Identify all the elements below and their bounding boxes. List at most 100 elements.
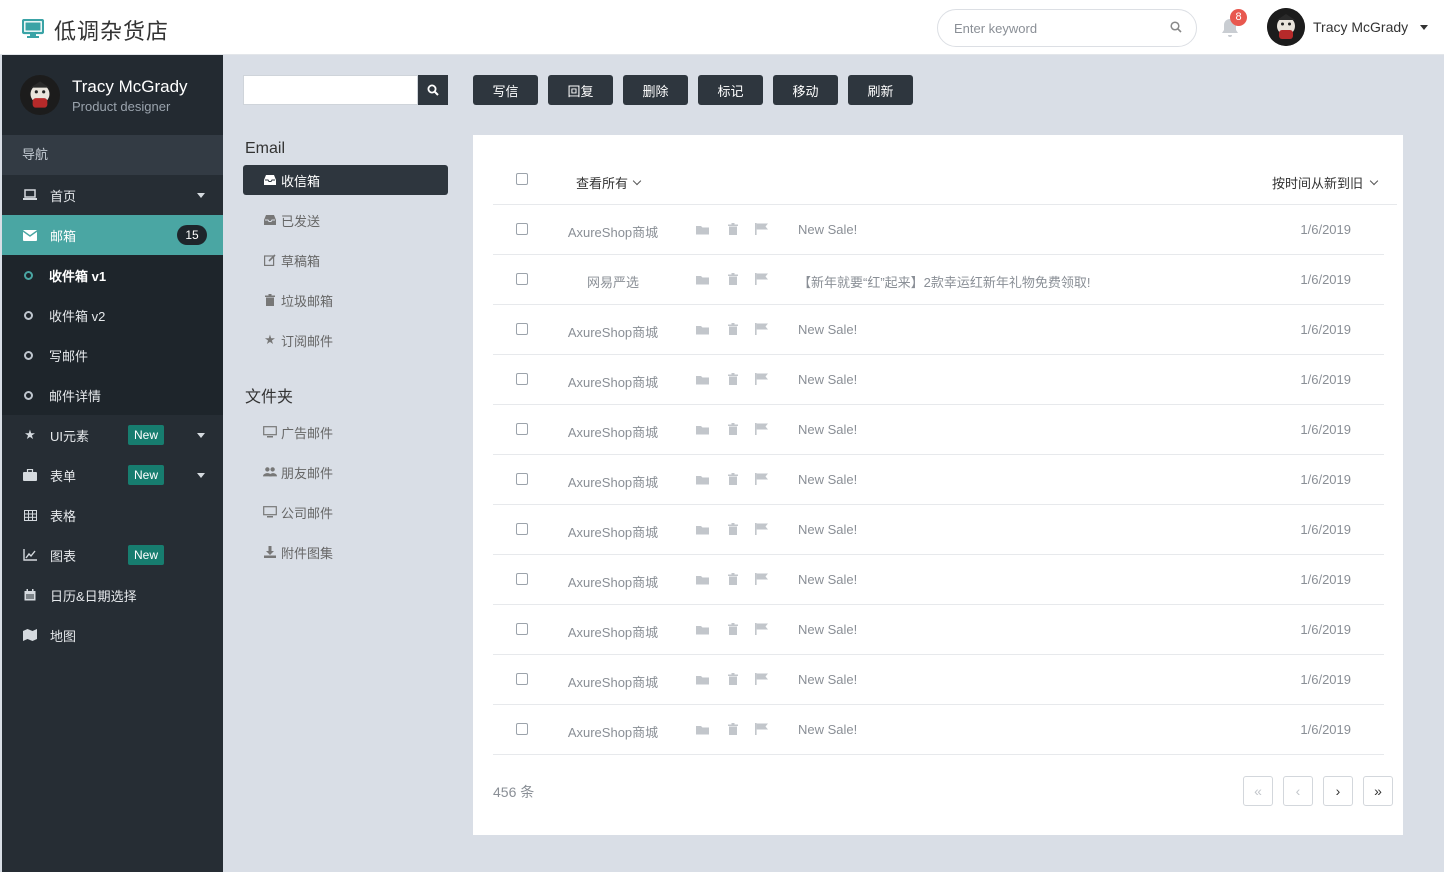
keyword-search-input[interactable] bbox=[954, 20, 1170, 36]
row-checkbox[interactable] bbox=[516, 223, 528, 235]
folder-sent[interactable]: 已发送 bbox=[243, 205, 448, 235]
table-row[interactable]: AxureShop商城 New Sale! 1/6/2019 bbox=[493, 655, 1384, 705]
folder-icon[interactable] bbox=[696, 573, 710, 588]
row-checkbox[interactable] bbox=[516, 323, 528, 335]
mail-subject[interactable]: New Sale! bbox=[798, 322, 857, 337]
flag-icon[interactable] bbox=[755, 723, 769, 738]
row-checkbox[interactable] bbox=[516, 273, 528, 285]
row-checkbox[interactable] bbox=[516, 473, 528, 485]
search-icon[interactable] bbox=[1170, 20, 1182, 36]
folder-icon[interactable] bbox=[696, 423, 710, 438]
subnav-inbox-v2[interactable]: 收件箱 v2 bbox=[2, 295, 223, 335]
row-checkbox[interactable] bbox=[516, 673, 528, 685]
flag-icon[interactable] bbox=[755, 673, 769, 688]
next-page-button[interactable]: › bbox=[1323, 776, 1353, 806]
refresh-button[interactable]: 刷新 bbox=[848, 75, 913, 105]
trash-icon[interactable] bbox=[728, 473, 738, 488]
mail-subject[interactable]: New Sale! bbox=[798, 722, 857, 737]
sidebar-item-ui-elements[interactable]: ★ UI元素 New bbox=[2, 415, 223, 455]
prev-page-button[interactable]: ‹ bbox=[1283, 776, 1313, 806]
folder-icon[interactable] bbox=[696, 623, 710, 638]
trash-icon[interactable] bbox=[728, 723, 738, 738]
sidebar-profile[interactable]: Tracy McGrady Product designer bbox=[2, 55, 223, 135]
subnav-mail-detail[interactable]: 邮件详情 bbox=[2, 375, 223, 415]
caret-down-icon[interactable] bbox=[1420, 24, 1429, 30]
user-menu[interactable]: Tracy McGrady bbox=[1267, 8, 1429, 46]
folder-icon[interactable] bbox=[696, 523, 710, 538]
avatar[interactable] bbox=[20, 75, 60, 115]
brand[interactable]: 低调杂货店 bbox=[21, 14, 169, 46]
folder-attachments[interactable]: 附件图集 bbox=[243, 537, 448, 567]
folder-icon[interactable] bbox=[696, 273, 710, 288]
folder-icon[interactable] bbox=[696, 473, 710, 488]
trash-icon[interactable] bbox=[728, 373, 738, 388]
mail-subject[interactable]: New Sale! bbox=[798, 222, 857, 237]
folder-ads[interactable]: 广告邮件 bbox=[243, 417, 448, 447]
header-search[interactable] bbox=[937, 9, 1197, 47]
row-checkbox[interactable] bbox=[516, 623, 528, 635]
reply-button[interactable]: 回复 bbox=[548, 75, 613, 105]
row-checkbox[interactable] bbox=[516, 573, 528, 585]
table-row[interactable]: AxureShop商城 New Sale! 1/6/2019 bbox=[493, 355, 1384, 405]
trash-icon[interactable] bbox=[728, 223, 738, 238]
folder-icon[interactable] bbox=[696, 373, 710, 388]
trash-icon[interactable] bbox=[728, 273, 738, 288]
first-page-button[interactable]: « bbox=[1243, 776, 1273, 806]
folder-drafts[interactable]: 草稿箱 bbox=[243, 245, 448, 275]
mail-subject[interactable]: 【新年就要“红”起来】2款幸运红新年礼物免费领取! bbox=[798, 272, 1091, 291]
row-checkbox[interactable] bbox=[516, 723, 528, 735]
sidebar-item-calendar[interactable]: 日历&日期选择 bbox=[2, 575, 223, 615]
folder-company[interactable]: 公司邮件 bbox=[243, 497, 448, 527]
folder-subscriptions[interactable]: ★ 订阅邮件 bbox=[243, 325, 448, 355]
flag-icon[interactable] bbox=[755, 273, 769, 288]
trash-icon[interactable] bbox=[728, 323, 738, 338]
flag-icon[interactable] bbox=[755, 523, 769, 538]
row-checkbox[interactable] bbox=[516, 373, 528, 385]
table-row[interactable]: AxureShop商城 New Sale! 1/6/2019 bbox=[493, 705, 1384, 755]
table-row[interactable]: AxureShop商城 New Sale! 1/6/2019 bbox=[493, 605, 1384, 655]
folder-friends[interactable]: 朋友邮件 bbox=[243, 457, 448, 487]
mail-subject[interactable]: New Sale! bbox=[798, 522, 857, 537]
search-icon[interactable] bbox=[418, 75, 448, 105]
mail-subject[interactable]: New Sale! bbox=[798, 672, 857, 687]
subnav-compose[interactable]: 写邮件 bbox=[2, 335, 223, 375]
mail-search-input[interactable] bbox=[243, 75, 418, 105]
compose-button[interactable]: 写信 bbox=[473, 75, 538, 105]
folder-icon[interactable] bbox=[696, 723, 710, 738]
view-filter-dropdown[interactable]: 查看所有 bbox=[576, 173, 642, 192]
table-row[interactable]: AxureShop商城 New Sale! 1/6/2019 bbox=[493, 555, 1384, 605]
avatar[interactable] bbox=[1267, 8, 1305, 46]
folder-inbox[interactable]: 收信箱 bbox=[243, 165, 448, 195]
flag-icon[interactable] bbox=[755, 473, 769, 488]
folder-icon[interactable] bbox=[696, 323, 710, 338]
table-row[interactable]: 网易严选 【新年就要“红”起来】2款幸运红新年礼物免费领取! 1/6/2019 bbox=[493, 255, 1384, 305]
trash-icon[interactable] bbox=[728, 673, 738, 688]
row-checkbox[interactable] bbox=[516, 523, 528, 535]
mail-search[interactable] bbox=[243, 75, 448, 105]
subnav-inbox-v1[interactable]: 收件箱 v1 bbox=[2, 255, 223, 295]
sidebar-item-tables[interactable]: 表格 bbox=[2, 495, 223, 535]
table-row[interactable]: AxureShop商城 New Sale! 1/6/2019 bbox=[493, 305, 1384, 355]
sidebar-item-map[interactable]: 地图 bbox=[2, 615, 223, 655]
trash-icon[interactable] bbox=[728, 523, 738, 538]
flag-icon[interactable] bbox=[755, 373, 769, 388]
table-row[interactable]: AxureShop商城 New Sale! 1/6/2019 bbox=[493, 455, 1384, 505]
flag-icon[interactable] bbox=[755, 573, 769, 588]
sidebar-item-charts[interactable]: 图表 New bbox=[2, 535, 223, 575]
flag-icon[interactable] bbox=[755, 323, 769, 338]
table-row[interactable]: AxureShop商城 New Sale! 1/6/2019 bbox=[493, 205, 1384, 255]
mail-subject[interactable]: New Sale! bbox=[798, 372, 857, 387]
mail-subject[interactable]: New Sale! bbox=[798, 572, 857, 587]
mail-subject[interactable]: New Sale! bbox=[798, 622, 857, 637]
trash-icon[interactable] bbox=[728, 623, 738, 638]
flag-icon[interactable] bbox=[755, 623, 769, 638]
table-row[interactable]: AxureShop商城 New Sale! 1/6/2019 bbox=[493, 505, 1384, 555]
mark-button[interactable]: 标记 bbox=[698, 75, 763, 105]
folder-icon[interactable] bbox=[696, 223, 710, 238]
table-row[interactable]: AxureShop商城 New Sale! 1/6/2019 bbox=[493, 405, 1384, 455]
select-all-checkbox[interactable] bbox=[516, 173, 528, 185]
trash-icon[interactable] bbox=[728, 423, 738, 438]
delete-button[interactable]: 删除 bbox=[623, 75, 688, 105]
flag-icon[interactable] bbox=[755, 223, 769, 238]
trash-icon[interactable] bbox=[728, 573, 738, 588]
